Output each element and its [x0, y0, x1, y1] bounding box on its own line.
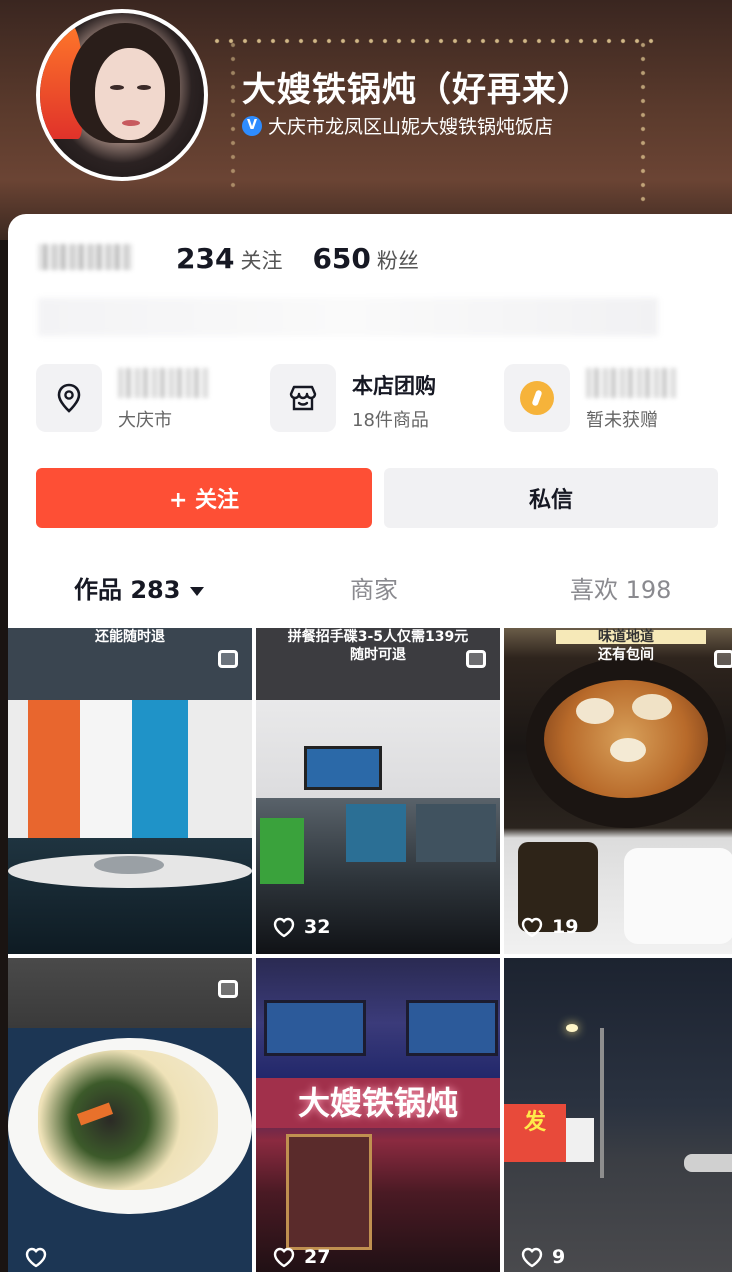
location-pin-icon — [36, 364, 102, 432]
content-tabs: 作品 283 商家 喜欢 198 — [8, 570, 732, 618]
location-item[interactable]: 大庆市 — [36, 364, 256, 436]
location-subtitle: 大庆市 — [118, 410, 172, 431]
like-count-value: 19 — [552, 916, 579, 938]
following-count: 234 — [176, 242, 235, 275]
decor-lights-left — [230, 38, 236, 188]
tab-likes[interactable]: 喜欢 198 — [570, 570, 671, 605]
blurred-account-id — [38, 244, 132, 270]
like-count-value: 27 — [304, 1246, 331, 1268]
multi-image-icon — [466, 650, 486, 668]
decor-lights — [210, 38, 660, 44]
avatar-lips — [122, 120, 140, 126]
video-tile[interactable] — [8, 958, 252, 1272]
like-count: 27 — [272, 1246, 330, 1268]
tile-caption: 还能随时退 — [95, 629, 165, 645]
table-pot — [94, 856, 164, 874]
video-tile[interactable]: 拼餐招手碟3-5人仅需139元 随时可退 32 — [256, 628, 500, 954]
profile-title: 大嫂铁锅炖（好再来） — [242, 70, 592, 110]
building-window — [406, 1000, 498, 1056]
blurred-bio — [38, 298, 658, 336]
video-tile[interactable]: 味道地道 还有包间 19 — [504, 628, 732, 954]
decor-lights-right — [640, 38, 646, 208]
heart-icon — [521, 1247, 543, 1268]
shop-item[interactable]: 本店团购 18件商品 — [270, 364, 490, 436]
tile-caption-line2: 还有包间 — [598, 647, 654, 663]
avatar-eye — [110, 85, 124, 90]
storefront-sign: 大嫂铁锅炖 — [256, 1078, 500, 1128]
multi-image-icon — [218, 980, 238, 998]
following-label: 关注 — [240, 249, 283, 273]
like-count: 32 — [272, 916, 330, 938]
avatar[interactable] — [36, 9, 208, 181]
shop-subtitle: 18件商品 — [352, 410, 429, 431]
dumpling — [632, 694, 672, 720]
dumpling — [610, 738, 646, 762]
shop-title: 本店团购 — [352, 374, 436, 398]
heart-icon — [521, 917, 543, 938]
profile-card: 234 关注 650 粉丝 大庆市 本店团购 18件商品 暂未获赠 + 关注 私… — [8, 214, 732, 1272]
verified-row: V 大庆市龙凤区山妮大嫂铁锅炖饭店 — [242, 112, 553, 139]
street-lamp — [566, 1024, 578, 1032]
video-grid: 还能随时退 拼餐招手碟3-5人仅需139元 随时可退 32 味道地道 还有包间 … — [8, 628, 732, 1272]
heart-icon — [25, 1247, 47, 1268]
following-stat[interactable]: 234 关注 — [176, 242, 282, 275]
gift-subtitle: 暂未获赠 — [586, 410, 658, 431]
truck-cab — [566, 1118, 594, 1162]
profile-header: 大嫂铁锅炖（好再来） V 大庆市龙凤区山妮大嫂铁锅炖饭店 — [0, 0, 732, 240]
video-tile[interactable]: 大嫂铁锅炖 27 — [256, 958, 500, 1272]
blurred-gift-title — [586, 368, 676, 398]
video-tile[interactable]: 发 9 — [504, 958, 732, 1272]
wall-stripe-orange — [28, 700, 80, 838]
lamp-pole — [600, 1028, 604, 1178]
multi-image-icon — [218, 650, 238, 668]
followers-stat[interactable]: 650 粉丝 — [312, 242, 418, 275]
tab-works[interactable]: 作品 283 — [74, 570, 205, 605]
multi-image-icon — [714, 650, 732, 668]
drink-boxes — [260, 818, 304, 884]
like-count: 19 — [520, 916, 578, 938]
follow-button[interactable]: + 关注 — [36, 468, 372, 528]
tile-caption: 拼餐招手碟3-5人仅需139元 — [287, 629, 469, 645]
tile-caption-line2: 随时可退 — [350, 647, 406, 663]
cold-dish — [38, 1050, 218, 1190]
heart-icon — [273, 917, 295, 938]
like-count-value: 9 — [552, 1246, 566, 1268]
avatar-face — [95, 48, 165, 140]
followers-label: 粉丝 — [376, 249, 419, 273]
coin-icon — [520, 381, 554, 415]
coin-icon-box — [504, 364, 570, 432]
tab-merchant[interactable]: 商家 — [350, 570, 398, 605]
blurred-location-title — [118, 368, 208, 398]
stats-row: 234 关注 650 粉丝 — [176, 242, 419, 275]
avatar-eye — [137, 85, 151, 90]
truck-text: 发 — [523, 1110, 546, 1135]
heart-icon — [273, 1247, 295, 1268]
info-row: 大庆市 本店团购 18件商品 暂未获赠 — [36, 364, 716, 436]
like-count-value: 32 — [304, 916, 331, 938]
wall-stripe-white — [80, 700, 132, 838]
storefront-door — [286, 1134, 372, 1250]
parked-car — [684, 1154, 732, 1172]
shop-bag-icon — [270, 364, 336, 432]
wall-tv — [304, 746, 382, 790]
tab-works-label: 作品 283 — [74, 576, 181, 604]
side-plate — [624, 848, 732, 944]
wall-stripe-blue — [132, 700, 188, 838]
like-count: 9 — [520, 1246, 565, 1268]
video-tile[interactable]: 还能随时退 — [8, 628, 252, 954]
like-count — [24, 1246, 56, 1268]
building-window — [264, 1000, 366, 1056]
dumpling — [576, 698, 614, 724]
gift-item[interactable]: 暂未获赠 — [504, 364, 716, 436]
booth-seat — [416, 804, 496, 862]
booth-seat — [346, 804, 406, 862]
verified-icon: V — [242, 115, 262, 136]
tile-caption: 味道地道 — [598, 629, 654, 645]
followers-count: 650 — [312, 242, 371, 275]
caret-down-icon — [190, 586, 205, 596]
verified-text: 大庆市龙凤区山妮大嫂铁锅炖饭店 — [268, 116, 554, 138]
message-button[interactable]: 私信 — [384, 468, 718, 528]
